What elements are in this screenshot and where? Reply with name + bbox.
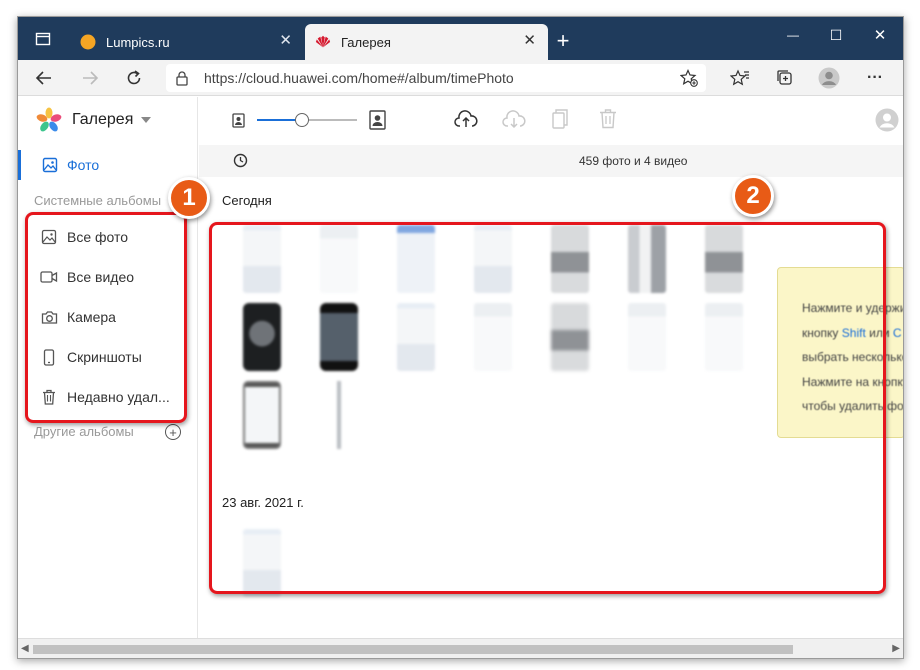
copy-icon[interactable] [551,108,569,130]
annotation-box-1 [25,212,187,423]
tab-bar: Lumpics.ru ✕ Галерея ✕ + — ☐ ✕ [18,17,903,60]
active-indicator [18,150,21,180]
annotation-box-2 [209,222,886,594]
tab-actions-icon[interactable] [30,27,56,51]
tooltip-line-part: C [892,325,902,340]
account-avatar-icon[interactable] [875,108,899,132]
zoom-slider[interactable] [257,113,357,127]
large-thumbnail-icon[interactable] [369,110,386,130]
add-favorite-icon[interactable] [680,69,698,87]
maximize-button[interactable]: ☐ [823,23,849,47]
favorites-icon[interactable] [727,66,753,90]
scrollbar-thumb[interactable] [33,645,793,654]
address-bar[interactable]: https://cloud.huawei.com/home#/album/tim… [166,64,706,92]
collections-icon[interactable] [772,66,798,90]
tab-title: Галерея [341,34,391,50]
url-text: https://cloud.huawei.com/home#/album/tim… [204,70,514,86]
close-tab-icon[interactable]: ✕ [523,33,536,49]
close-tab-icon[interactable]: ✕ [279,33,292,49]
more-menu-icon[interactable]: ··· [862,66,888,90]
profile-avatar-icon[interactable] [816,66,842,90]
refresh-icon[interactable] [121,66,147,90]
annotation-badge-1: 1 [168,177,210,219]
image-icon [42,157,58,173]
zoom-slider-knob[interactable] [295,113,309,127]
system-albums-title: Системные альбомы [34,193,162,208]
tab-title: Lumpics.ru [106,34,170,50]
sidebar-item-photos[interactable]: Фото [18,148,198,182]
sidebar-item-label: Фото [67,157,100,173]
minimize-button[interactable]: — [780,23,806,47]
gallery-logo-icon [36,107,62,133]
media-counter: 459 фото и 4 видео [579,154,688,168]
delete-icon[interactable] [599,108,617,129]
back-icon[interactable] [31,66,57,90]
download-icon[interactable] [502,109,526,129]
horizontal-scrollbar[interactable]: ◀ ▶ [18,638,903,658]
small-thumbnail-icon[interactable] [232,113,245,128]
forward-icon[interactable] [77,66,103,90]
clock-icon [233,153,248,168]
lumpics-favicon-icon [80,34,96,50]
add-album-button[interactable]: + [165,424,181,440]
info-bar: 459 фото и 4 видео [199,145,903,177]
gallery-toolbar [199,97,903,145]
annotation-badge-2: 2 [732,175,774,217]
upload-icon[interactable] [454,109,478,129]
app-title: Галерея [72,111,134,128]
huawei-favicon-icon [315,34,331,50]
tab-lumpics[interactable]: Lumpics.ru ✕ [70,24,304,60]
chevron-down-icon [141,117,152,123]
scroll-left-icon[interactable]: ◀ [21,643,29,654]
date-group-today: Сегодня [222,193,272,208]
app-switcher[interactable]: Галерея [36,107,152,133]
window-close-button[interactable]: ✕ [867,23,893,47]
scroll-right-icon[interactable]: ▶ [892,643,900,654]
other-albums-title: Другие альбомы [34,424,134,439]
browser-toolbar: https://cloud.huawei.com/home#/album/tim… [18,60,903,96]
tab-gallery[interactable]: Галерея ✕ [305,24,548,60]
lock-icon [176,70,188,86]
new-tab-button[interactable]: + [550,28,576,53]
